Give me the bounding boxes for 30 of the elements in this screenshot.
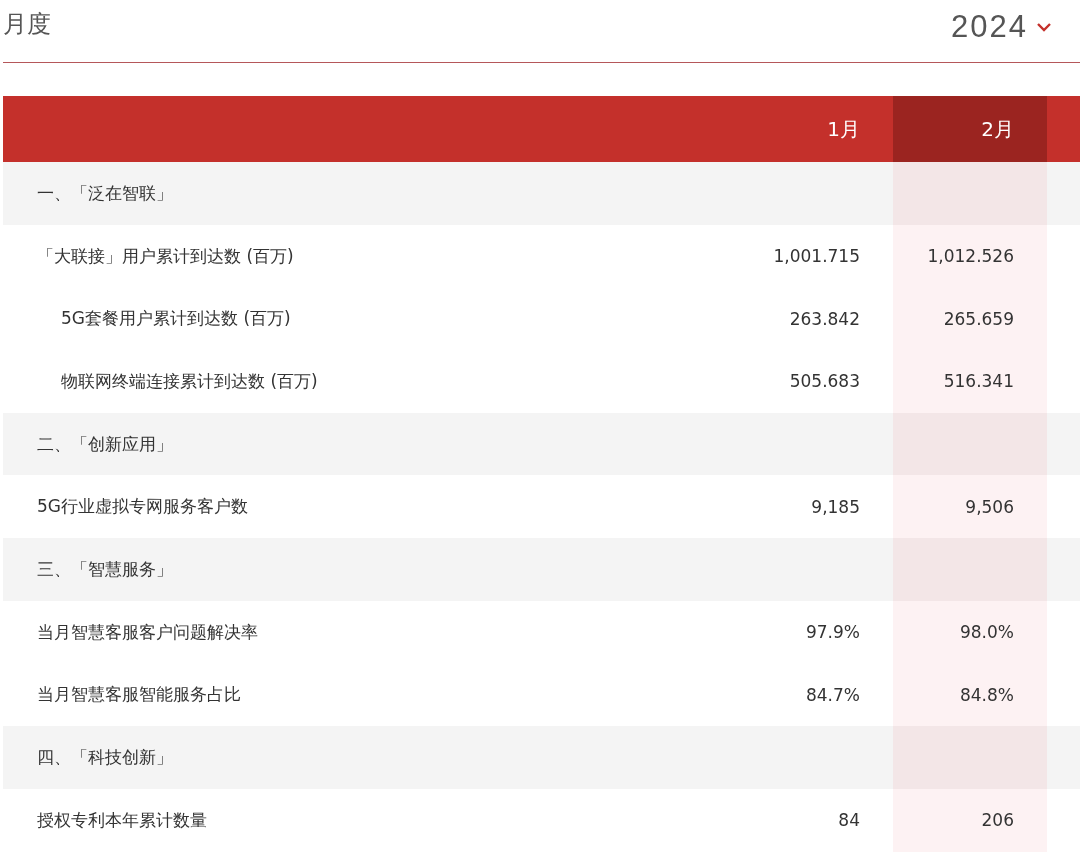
table-cell: 206 — [893, 788, 1047, 852]
table-cell-text: 263.842 — [788, 307, 861, 331]
table-cell: 516.341 — [893, 350, 1047, 413]
page-title: 月度 — [3, 9, 51, 40]
column-header[interactable]: 2月 — [893, 96, 1047, 162]
row-label: 当月智慧客服智能服务占比 — [36, 683, 242, 707]
table-cell: 98.0% — [893, 600, 1047, 664]
table-cell-text: 9,185 — [810, 495, 861, 519]
section-heading: 一、「泛在智联」 — [36, 181, 174, 205]
row-label: 5G套餐用户累计到达数 (百万) — [60, 307, 292, 331]
table-cell-text: 84 — [837, 809, 861, 833]
table-cell: 265.659 — [893, 287, 1047, 351]
row-label: 物联网终端连接累计到达数 (百万) — [60, 369, 319, 393]
row-label: 5G行业虚拟专网服务客户数 — [36, 495, 249, 519]
table-cell: 1,012.526 — [893, 224, 1047, 288]
table-cell-text: 97.9% — [805, 621, 861, 645]
year-dropdown[interactable]: 2024 — [951, 9, 1080, 45]
row-label: 「大联接」用户累计到达数 (百万) — [36, 244, 295, 268]
table-cell-text: 84.7% — [805, 683, 861, 707]
section-heading: 二、「创新应用」 — [36, 432, 174, 456]
section-heading: 四、「科技创新」 — [36, 746, 174, 770]
column-header[interactable]: 1月 — [739, 96, 893, 162]
row-label: 当月智慧客服客户问题解决率 — [36, 620, 259, 644]
table-cell-text: 1,001.715 — [772, 245, 861, 269]
section-heading: 三、「智慧服务」 — [36, 557, 174, 581]
chevron-down-icon — [1036, 22, 1052, 32]
row-label: 授权专利本年累计数量 — [36, 808, 208, 832]
table-cell: 9,506 — [893, 475, 1047, 539]
table-cell-text: 505.683 — [788, 370, 861, 394]
table-cell: 84.8% — [893, 663, 1047, 727]
